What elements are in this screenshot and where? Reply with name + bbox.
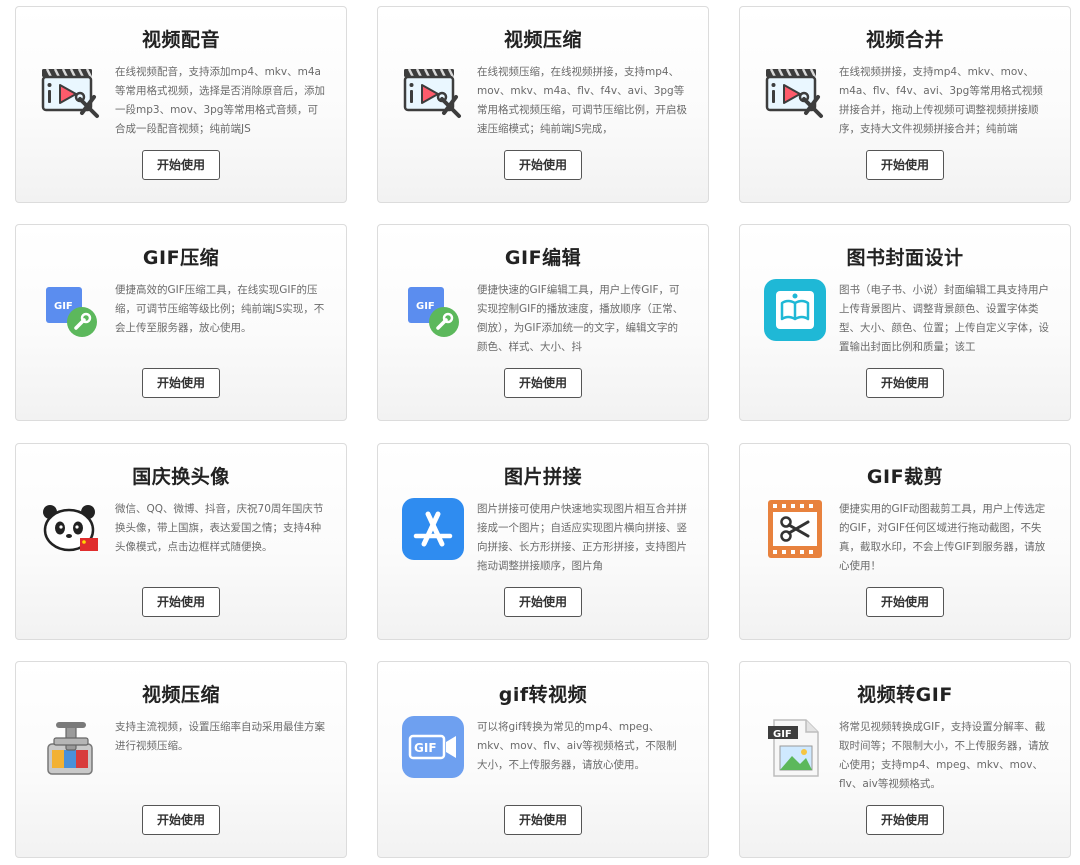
tool-card: 视频转GIF GIF 将常见视频转换成GIF，支持设置分解率、截取时间等；不限制… bbox=[739, 661, 1071, 858]
card-title: gif转视频 bbox=[498, 684, 588, 706]
compressor-vise-icon bbox=[40, 716, 102, 778]
tool-card: 视频压缩 支持主流视频，设置压缩率自动采用最佳方案进行视频压缩。 开始使用 bbox=[15, 661, 347, 858]
card-title: 视频配音 bbox=[141, 29, 220, 51]
card-title: 图书封面设计 bbox=[846, 247, 964, 269]
tool-grid: 视频配音 在线视频配音，支持添加mp4、mkv、m4a等常用格式视频，选择是否消… bbox=[0, 0, 1080, 865]
start-button[interactable]: 开始使用 bbox=[142, 805, 220, 835]
tool-card: 视频合并 在线视频拼接，支持mp4、mkv、mov、m4a、flv、f4v、av… bbox=[739, 6, 1071, 203]
panda-flag-icon bbox=[40, 498, 102, 560]
video-edit-icon bbox=[402, 61, 464, 123]
card-description: 图片拼接可使用户快速地实现图片相互合并拼接成一个图片；自适应实现图片横向拼接、竖… bbox=[477, 503, 687, 572]
card-title: 视频合并 bbox=[865, 29, 944, 51]
card-description: 便捷快速的GIF编辑工具，用户上传GIF，可实现控制GIF的播放速度，播放顺序（… bbox=[477, 284, 684, 353]
tool-card: GIF压缩 GIF 便捷高效的GIF压缩工具，在线实现GIF的压缩，可调节压缩等… bbox=[15, 224, 347, 421]
svg-text:GIF: GIF bbox=[54, 301, 73, 312]
card-title: 视频转GIF bbox=[857, 684, 953, 706]
tool-card: 视频压缩 在线视频压缩，在线视频拼接，支持mp4、mov、mkv、m4a、flv… bbox=[377, 6, 709, 203]
card-description: 将常见视频转换成GIF，支持设置分解率、截取时间等；不限制大小，不上传服务器，请… bbox=[839, 721, 1049, 790]
tool-card: 图片拼接 图片拼接可使用户快速地实现图片相互合并拼接成一个图片；自适应实现图片横… bbox=[377, 443, 709, 640]
svg-text:GIF: GIF bbox=[773, 729, 792, 740]
tool-card: GIF裁剪 便捷实用的GIF动图裁剪工具，用户上传选定的GIF，对GIF任何区域… bbox=[739, 443, 1071, 640]
start-button[interactable]: 开始使用 bbox=[504, 805, 582, 835]
gif-to-video-icon: GIF bbox=[402, 716, 464, 778]
card-description: 微信、QQ、微博、抖音，庆祝70周年国庆节换头像，带上国旗，表达爱国之情；支持4… bbox=[115, 503, 324, 553]
card-title: 国庆换头像 bbox=[132, 466, 230, 488]
gif-wrench-icon: GIF bbox=[40, 279, 102, 341]
start-button[interactable]: 开始使用 bbox=[142, 587, 220, 617]
tool-card: 国庆换头像 微信、QQ、微博、抖音，庆祝70周年国庆节换头像，带上国旗，表达爱国… bbox=[15, 443, 347, 640]
gif-file-icon: GIF bbox=[764, 716, 826, 778]
card-description: 在线视频配音，支持添加mp4、mkv、m4a等常用格式视频，选择是否消除原音后，… bbox=[115, 66, 325, 135]
card-title: GIF编辑 bbox=[504, 247, 582, 269]
start-button[interactable]: 开始使用 bbox=[866, 805, 944, 835]
video-edit-icon bbox=[40, 61, 102, 123]
card-title: 视频压缩 bbox=[503, 29, 582, 51]
start-button[interactable]: 开始使用 bbox=[504, 368, 582, 398]
card-description: 图书（电子书、小说）封面编辑工具支持用户上传背景图片、调整背景颜色、设置字体类型… bbox=[839, 284, 1049, 353]
film-scissors-icon bbox=[764, 498, 826, 560]
card-title: GIF裁剪 bbox=[866, 466, 944, 488]
card-title: 图片拼接 bbox=[503, 466, 582, 488]
start-button[interactable]: 开始使用 bbox=[504, 587, 582, 617]
app-store-icon bbox=[402, 498, 464, 560]
start-button[interactable]: 开始使用 bbox=[142, 150, 220, 180]
start-button[interactable]: 开始使用 bbox=[866, 587, 944, 617]
start-button[interactable]: 开始使用 bbox=[866, 150, 944, 180]
card-description: 在线视频拼接，支持mp4、mkv、mov、m4a、flv、f4v、avi、3pg… bbox=[839, 66, 1043, 135]
card-description: 在线视频压缩，在线视频拼接，支持mp4、mov、mkv、m4a、flv、f4v、… bbox=[477, 66, 687, 135]
card-description: 便捷高效的GIF压缩工具，在线实现GIF的压缩，可调节压缩等级比例；纯前端JS实… bbox=[115, 284, 325, 334]
svg-text:GIF: GIF bbox=[414, 741, 437, 755]
card-description: 支持主流视频，设置压缩率自动采用最佳方案进行视频压缩。 bbox=[115, 721, 325, 752]
book-cover-icon bbox=[764, 279, 826, 341]
gif-wrench-icon: GIF bbox=[402, 279, 464, 341]
tool-card: gif转视频 GIF 可以将gif转换为常见的mp4、mpeg、mkv、mov、… bbox=[377, 661, 709, 858]
video-edit-icon bbox=[764, 61, 826, 123]
card-description: 可以将gif转换为常见的mp4、mpeg、mkv、mov、flv、aiv等视频格… bbox=[477, 721, 677, 771]
start-button[interactable]: 开始使用 bbox=[866, 368, 944, 398]
svg-text:GIF: GIF bbox=[416, 301, 435, 312]
start-button[interactable]: 开始使用 bbox=[142, 368, 220, 398]
start-button[interactable]: 开始使用 bbox=[504, 150, 582, 180]
tool-card: GIF编辑 GIF 便捷快速的GIF编辑工具，用户上传GIF，可实现控制GIF的… bbox=[377, 224, 709, 421]
card-description: 便捷实用的GIF动图裁剪工具，用户上传选定的GIF，对GIF任何区域进行拖动截图… bbox=[839, 503, 1046, 572]
tool-card: 图书封面设计 图书（电子书、小说）封面编辑工具支持用户上传背景图片、调整背景颜色… bbox=[739, 224, 1071, 421]
tool-card: 视频配音 在线视频配音，支持添加mp4、mkv、m4a等常用格式视频，选择是否消… bbox=[15, 6, 347, 203]
card-title: 视频压缩 bbox=[141, 684, 220, 706]
card-title: GIF压缩 bbox=[142, 247, 220, 269]
